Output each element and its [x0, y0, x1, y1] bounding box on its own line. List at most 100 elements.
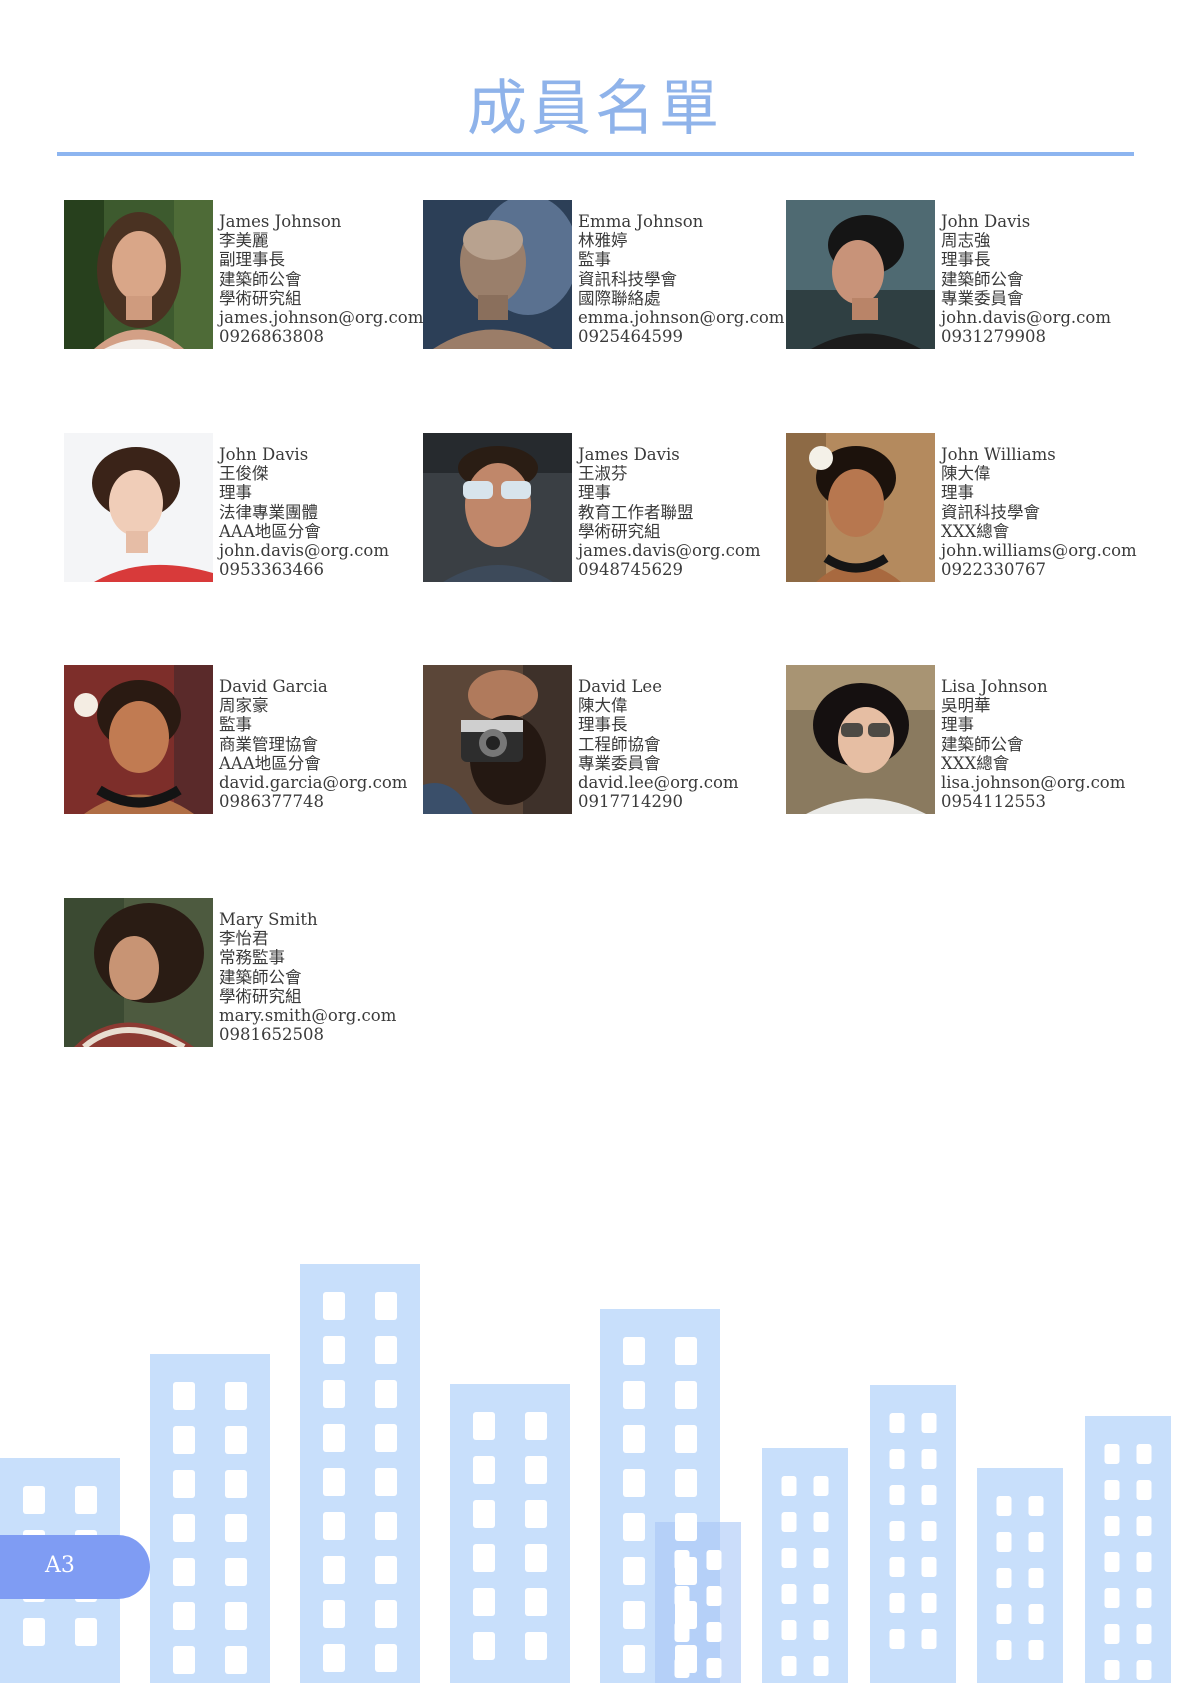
member-email[interactable]: emma.johnson@org.com [578, 308, 784, 327]
building-window [996, 1604, 1012, 1624]
building-window [889, 1629, 905, 1649]
building-window [173, 1382, 195, 1410]
building-window [525, 1456, 547, 1484]
member-card: David Garcia 周家豪 監事 商業管理協會 AAA地區分會 david… [64, 665, 424, 815]
building-window [23, 1618, 45, 1646]
member-card: Emma Johnson 林雅婷 監事 資訊科技學會 國際聯絡處 emma.jo… [423, 200, 784, 350]
building-window [674, 1622, 690, 1642]
member-email[interactable]: john.davis@org.com [941, 308, 1111, 327]
member-email[interactable]: mary.smith@org.com [219, 1006, 396, 1025]
member-name: David Garcia [219, 677, 328, 696]
building-window [323, 1512, 345, 1540]
building-window [996, 1568, 1012, 1588]
building-window [473, 1412, 495, 1440]
building-window [375, 1644, 397, 1672]
member-card: John Davis 周志強 理事長 建築師公會 專業委員會 john.davi… [786, 200, 1146, 350]
building-window [813, 1656, 829, 1676]
building-window [173, 1602, 195, 1630]
member-role: 理事 [578, 483, 611, 503]
building-window [525, 1412, 547, 1440]
building-window [674, 1586, 690, 1606]
member-department: 專業委員會 [578, 753, 661, 773]
building-window [996, 1496, 1012, 1516]
member-photo [786, 200, 935, 349]
member-phone[interactable]: 0925464599 [578, 327, 784, 346]
member-phone[interactable]: 0953363466 [219, 560, 389, 579]
building-window [921, 1629, 937, 1649]
building-window [323, 1424, 345, 1452]
member-phone[interactable]: 0917714290 [578, 792, 739, 811]
title-divider [57, 152, 1134, 156]
building-window [323, 1600, 345, 1628]
page-number: A3 [45, 1553, 75, 1578]
building-window [1104, 1588, 1120, 1608]
member-phone[interactable]: 0981652508 [219, 1025, 396, 1044]
member-email[interactable]: david.garcia@org.com [219, 773, 407, 792]
member-phone[interactable]: 0954112553 [941, 792, 1125, 811]
member-photo [786, 433, 935, 582]
member-photo [64, 200, 213, 349]
member-phone[interactable]: 0948745629 [578, 560, 761, 579]
member-email[interactable]: lisa.johnson@org.com [941, 773, 1125, 792]
building-window [813, 1512, 829, 1532]
building-window [75, 1618, 97, 1646]
building-window [921, 1557, 937, 1577]
building-window [225, 1470, 247, 1498]
member-card: John Williams 陳大偉 理事 資訊科技學會 XXX總會 john.w… [786, 433, 1146, 583]
building-window [473, 1500, 495, 1528]
building-window [173, 1514, 195, 1542]
building-window [323, 1556, 345, 1584]
building-window [1028, 1640, 1044, 1660]
member-card: Lisa Johnson 吳明華 理事 建築師公會 XXX總會 lisa.joh… [786, 665, 1146, 815]
building-window [375, 1292, 397, 1320]
member-photo [786, 665, 935, 814]
member-email[interactable]: james.johnson@org.com [219, 308, 423, 327]
building-window [1028, 1568, 1044, 1588]
building-window [623, 1469, 645, 1497]
building-window [781, 1620, 797, 1640]
building-window [623, 1645, 645, 1673]
member-organization: 商業管理協會 [219, 734, 318, 754]
member-department: 學術研究組 [219, 288, 302, 308]
building-window [675, 1513, 697, 1541]
building-window [1028, 1604, 1044, 1624]
member-card: John Davis 王俊傑 理事 法律專業團體 AAA地區分會 john.da… [64, 433, 424, 583]
building-window [706, 1550, 722, 1570]
building-window [173, 1646, 195, 1674]
member-phone[interactable]: 0931279908 [941, 327, 1111, 346]
building-window [889, 1449, 905, 1469]
building-window [813, 1476, 829, 1496]
member-chinese-name: 李怡君 [219, 929, 269, 949]
member-organization: 建築師公會 [219, 967, 302, 987]
building-window [1104, 1516, 1120, 1536]
building-window [623, 1381, 645, 1409]
building-window [623, 1425, 645, 1453]
building-window [1104, 1480, 1120, 1500]
member-role: 常務監事 [219, 948, 285, 968]
building-window [525, 1544, 547, 1572]
member-email[interactable]: john.williams@org.com [941, 541, 1137, 560]
member-name: Mary Smith [219, 910, 318, 929]
building-window [706, 1586, 722, 1606]
member-photo [423, 665, 572, 814]
member-organization: 教育工作者聯盟 [578, 502, 694, 522]
member-email[interactable]: james.davis@org.com [578, 541, 761, 560]
member-email[interactable]: david.lee@org.com [578, 773, 739, 792]
member-role: 監事 [578, 250, 611, 270]
member-phone[interactable]: 0986377748 [219, 792, 407, 811]
member-department: 學術研究組 [578, 521, 661, 541]
building-window [473, 1544, 495, 1572]
member-email[interactable]: john.davis@org.com [219, 541, 389, 560]
building-window [706, 1658, 722, 1678]
member-phone[interactable]: 0926863808 [219, 327, 423, 346]
member-phone[interactable]: 0922330767 [941, 560, 1137, 579]
member-department: XXX總會 [941, 521, 1010, 541]
building-window [225, 1514, 247, 1542]
building-window [525, 1588, 547, 1616]
member-chinese-name: 吳明華 [941, 696, 991, 716]
building-window [1104, 1552, 1120, 1572]
member-card: James Johnson 李美麗 副理事長 建築師公會 學術研究組 james… [64, 200, 424, 350]
building-window [1136, 1588, 1152, 1608]
member-organization: 法律專業團體 [219, 502, 318, 522]
member-role: 監事 [219, 715, 252, 735]
